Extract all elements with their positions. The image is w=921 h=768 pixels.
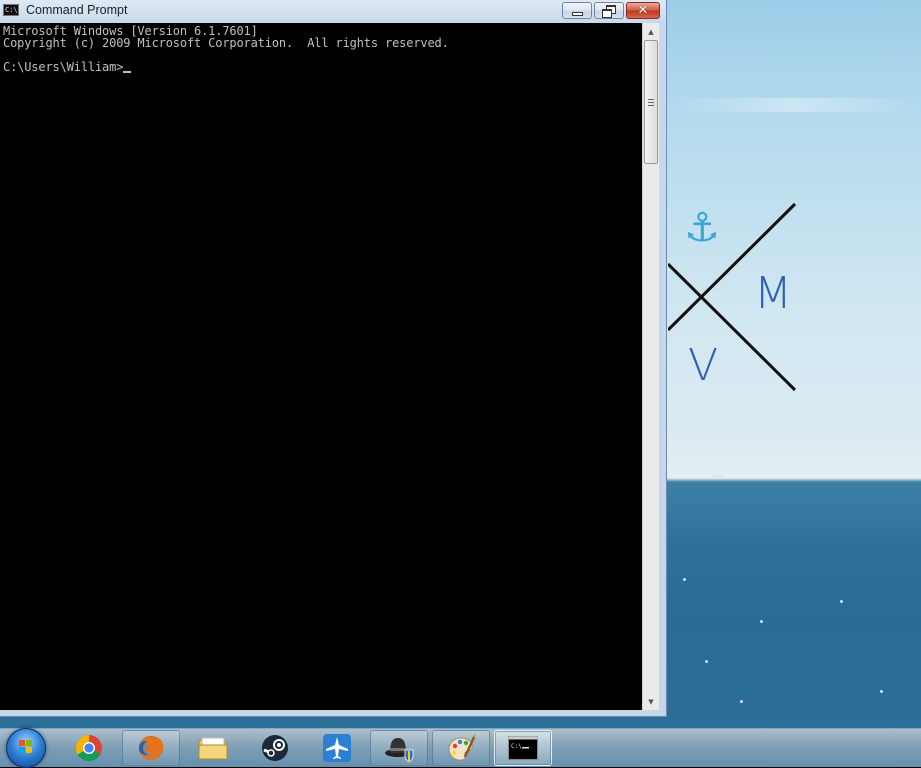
anchor-icon: ⚓ <box>684 205 720 251</box>
vertical-scrollbar[interactable]: ▲ ▼ <box>642 23 659 710</box>
hat-shield-icon <box>385 738 414 763</box>
text-cursor <box>123 71 132 73</box>
restore-button[interactable] <box>594 2 624 19</box>
restore-icon <box>602 5 616 18</box>
taskbar-item-steam[interactable] <box>246 730 304 766</box>
close-button[interactable]: ✕ <box>626 2 660 19</box>
scroll-thumb[interactable] <box>644 40 658 164</box>
sea-glint <box>760 620 763 623</box>
minimize-icon <box>571 11 583 16</box>
steam-icon <box>262 735 288 761</box>
console-line: Copyright (c) 2009 Microsoft Corporation… <box>3 36 449 50</box>
sea-glint <box>840 600 843 603</box>
taskbar-item-explorer[interactable] <box>184 730 242 766</box>
window-title: Command Prompt <box>26 3 128 17</box>
taskbar-item-firefox[interactable] <box>122 730 180 766</box>
scroll-up-arrow-icon[interactable]: ▲ <box>643 23 659 40</box>
taskbar-item-paint[interactable] <box>432 730 490 766</box>
windows-logo-icon <box>19 740 33 754</box>
logo-letter-m: M <box>754 268 792 319</box>
folder-icon <box>198 737 228 760</box>
sky-streak <box>668 98 921 112</box>
sea-glint <box>740 700 743 703</box>
chrome-icon <box>75 734 102 762</box>
logo-letter-v: V <box>688 340 719 391</box>
airplane-icon <box>323 734 351 762</box>
taskbar-item-chrome[interactable] <box>60 730 118 766</box>
grip-icon <box>648 98 654 106</box>
minimize-button[interactable] <box>562 2 592 19</box>
cmd-icon[interactable]: C:\ <box>3 4 19 16</box>
scroll-down-arrow-icon[interactable]: ▼ <box>643 693 659 710</box>
firefox-icon <box>139 736 164 761</box>
title-bar[interactable]: C:\ Command Prompt ✕ <box>0 0 666 22</box>
taskbar-item-cmd[interactable]: C:\ <box>494 730 552 766</box>
svg-text:C:\: C:\ <box>511 743 522 750</box>
distant-boat <box>713 475 723 479</box>
sea-glint <box>880 690 883 693</box>
taskbar-item-airplane-app[interactable] <box>308 730 366 766</box>
close-icon: ✕ <box>637 3 649 18</box>
cmd-icon: C:\ <box>508 736 538 760</box>
start-button[interactable] <box>6 728 46 768</box>
command-prompt-window[interactable]: C:\ Command Prompt ✕ Microsoft Windows [… <box>0 0 667 717</box>
console-output[interactable]: Microsoft Windows [Version 6.1.7601] Cop… <box>0 23 642 710</box>
sea-glint <box>705 660 708 663</box>
sea-glint <box>683 578 686 581</box>
taskbar-item-hat-app[interactable] <box>370 730 428 766</box>
console-prompt: C:\Users\William> <box>3 60 124 74</box>
console-prompt-line[interactable]: C:\Users\William> <box>3 60 132 74</box>
taskbar: C:\ <box>0 728 921 768</box>
paint-palette-icon <box>448 734 477 761</box>
